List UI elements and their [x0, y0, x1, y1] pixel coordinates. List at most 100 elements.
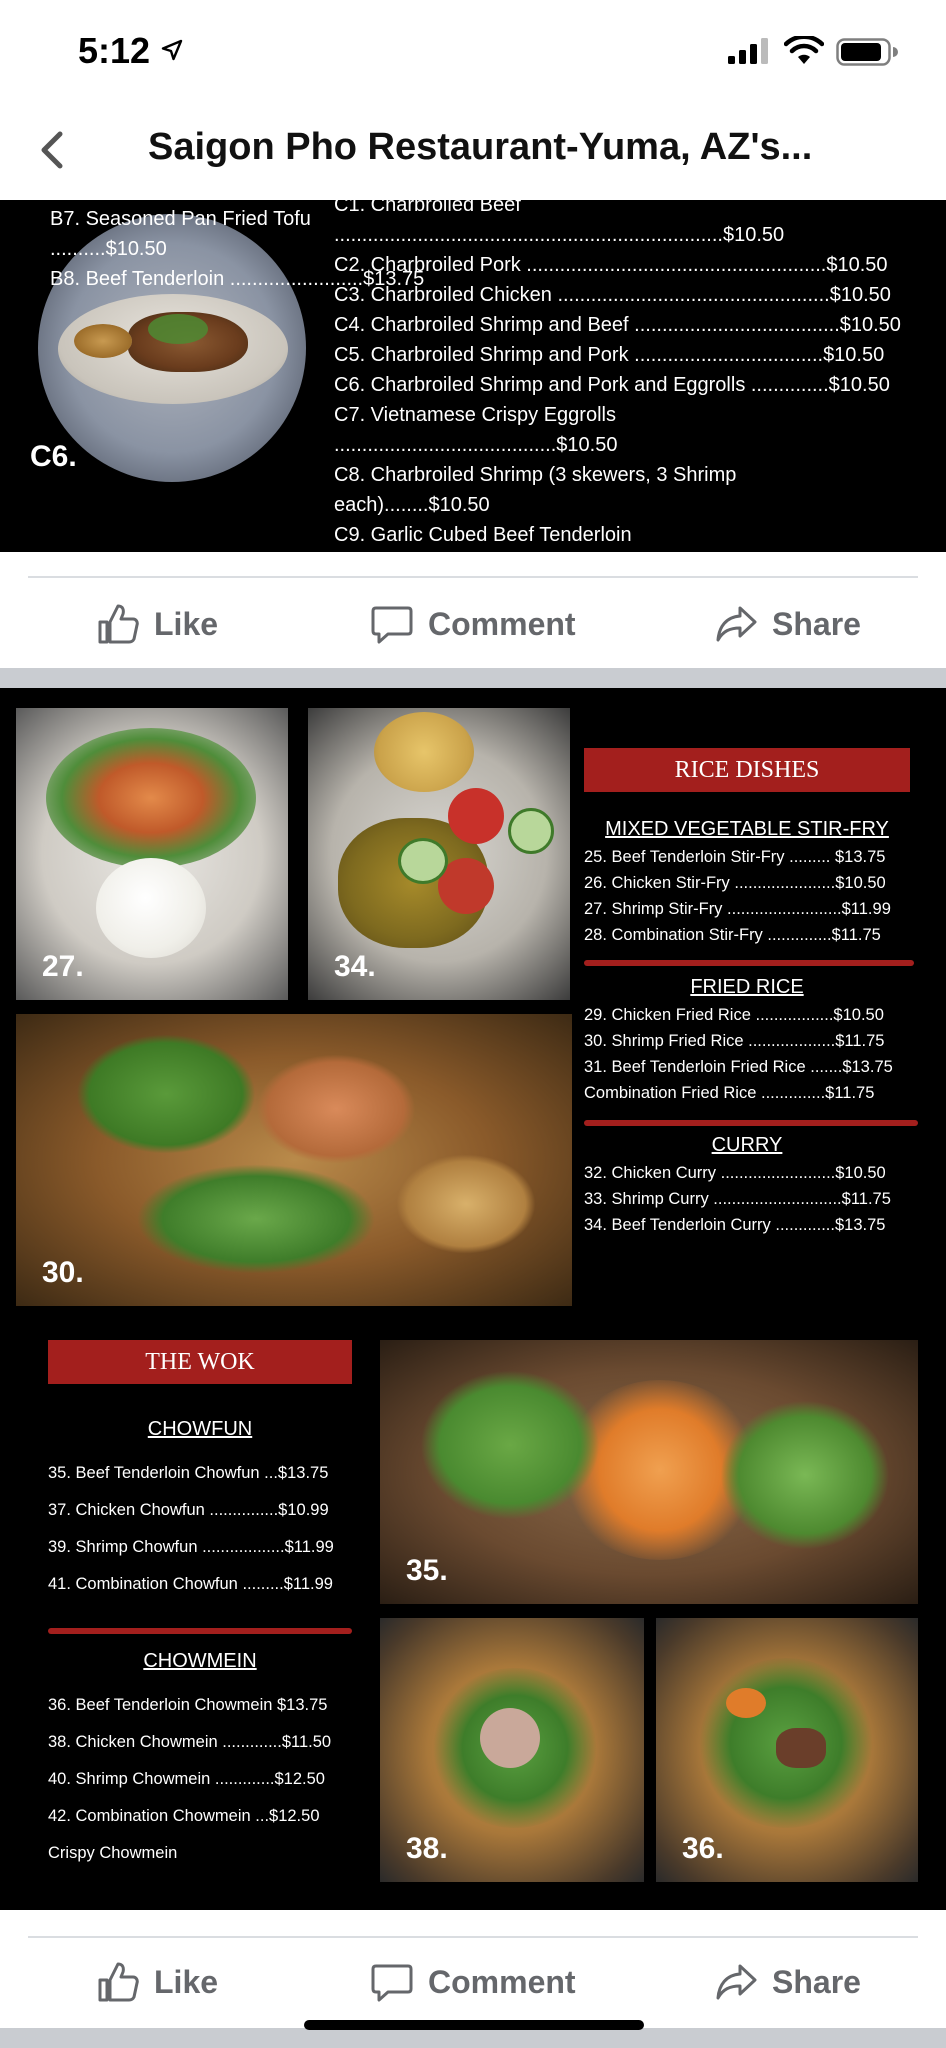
- photo-number: 38.: [406, 1832, 448, 1865]
- menu-item: 35. Beef Tenderloin Chowfun ...$13.75: [48, 1464, 329, 1482]
- menu-item: 30. Shrimp Fried Rice ..................…: [584, 1032, 885, 1050]
- photo-number: 27.: [42, 950, 84, 983]
- menu-item: 38. Chicken Chowmein .............$11.50: [48, 1733, 332, 1751]
- dish-photo-30: 30.: [16, 1014, 572, 1306]
- dish-photo-38: 38.: [380, 1618, 644, 1882]
- share-button[interactable]: Share: [714, 596, 861, 652]
- menu-item: 42. Combination Chowmein ...$12.50: [48, 1807, 320, 1825]
- subsection-heading: FRIED RICE: [690, 976, 804, 998]
- comment-label: Comment: [428, 605, 576, 642]
- chicken: [480, 1708, 540, 1768]
- photo-number: 36.: [682, 1832, 724, 1865]
- back-chevron-icon[interactable]: [32, 128, 76, 172]
- menu-item: 28. Combination Stir-Fry ..............$…: [584, 926, 881, 944]
- location-arrow-icon: [161, 39, 183, 61]
- section-title-the-wok: THE WOK: [48, 1340, 352, 1384]
- dish-photo-27: 27.: [16, 708, 288, 1000]
- subsection-heading: CURRY: [711, 1134, 783, 1156]
- menu-item: C1. Charbroiled Beef: [334, 200, 521, 216]
- status-bar: 5:12: [0, 0, 946, 100]
- dish-photo-35: 35.: [380, 1340, 918, 1604]
- cilantro: [76, 1034, 256, 1154]
- battery-icon: [836, 38, 898, 66]
- menu-item: Crispy Chowmein: [48, 1844, 178, 1862]
- subsection-heading: CHOWMEIN: [143, 1650, 257, 1672]
- subsection-heading: CHOWFUN: [147, 1418, 253, 1440]
- beef: [776, 1728, 826, 1768]
- menu-item: 41. Combination Chowfun .........$11.99: [48, 1575, 333, 1593]
- cucumber: [398, 838, 448, 884]
- dish-photo-36: 36.: [656, 1618, 918, 1882]
- menu-item: C2. Charbroiled Pork ...................…: [334, 254, 888, 276]
- like-button[interactable]: Like: [96, 596, 218, 652]
- home-indicator[interactable]: [304, 2020, 644, 2030]
- menu-item: C9. Garlic Cubed Beef Tenderloin: [334, 524, 632, 546]
- page-title: Saigon Pho Restaurant-Yuma, AZ's...: [148, 126, 813, 168]
- menu-item: C6. Charbroiled Shrimp and Pork and Eggr…: [334, 374, 890, 396]
- menu-item: 34. Beef Tenderloin Curry .............$…: [584, 1216, 886, 1234]
- fried-rice: [396, 1154, 536, 1254]
- divider: [28, 576, 918, 578]
- share-arrow-icon: [716, 1964, 757, 2000]
- menu-item: 39. Shrimp Chowfun ..................$11…: [48, 1538, 334, 1556]
- status-time: 5:12: [78, 30, 151, 71]
- section-title-rice-dishes: RICE DISHES: [584, 748, 910, 792]
- menu-item: 26. Chicken Stir-Fry ...................…: [584, 874, 886, 892]
- post-separator: [0, 668, 946, 688]
- cilantro: [136, 1164, 376, 1274]
- wifi-icon: [784, 36, 824, 64]
- menu-item: 33. Shrimp Curry .......................…: [584, 1190, 891, 1208]
- menu-item: C5. Charbroiled Shrimp and Pork ........…: [334, 344, 885, 366]
- divider-brush-stroke: [584, 1120, 918, 1126]
- photo-number: 34.: [334, 950, 376, 983]
- dipping-sauce: [74, 324, 132, 358]
- greens: [720, 1400, 890, 1550]
- menu-item: ........................................…: [334, 434, 618, 456]
- like-thumb-icon: [98, 1962, 139, 2002]
- photo-number: 30.: [42, 1256, 84, 1289]
- menu-item: each)........$10.50: [334, 494, 490, 516]
- menu-item: Combination Fried Rice ..............$11…: [584, 1084, 875, 1102]
- nav-bar: Saigon Pho Restaurant-Yuma, AZ's...: [0, 100, 946, 200]
- menu-item: C4. Charbroiled Shrimp and Beef ........…: [334, 314, 901, 336]
- cilantro: [420, 1370, 600, 1520]
- menu-item: ..........$10.50: [50, 238, 167, 260]
- menu-item: C7. Vietnamese Crispy Eggrolls: [334, 404, 616, 426]
- share-arrow-icon: [716, 606, 757, 642]
- menu-item: 27. Shrimp Stir-Fry ....................…: [584, 900, 891, 918]
- menu-item: C3. Charbroiled Chicken ................…: [334, 284, 891, 306]
- like-thumb-icon: [98, 604, 139, 644]
- comment-button[interactable]: Comment: [370, 596, 576, 652]
- comment-bubble-icon: [371, 1964, 413, 2002]
- divider: [28, 1936, 918, 1938]
- menu-item: B7. Seasoned Pan Fried Tofu: [50, 208, 311, 230]
- comment-button[interactable]: Comment: [370, 1954, 576, 2010]
- post-photo-menu-rice-wok[interactable]: 27. 34. 30. RICE DISHES MIXED VEGETABLE …: [0, 688, 946, 1910]
- tomato: [448, 788, 504, 844]
- comment-bubble-icon: [371, 606, 413, 644]
- rice-mound: [96, 858, 206, 958]
- menu-item: ........................................…: [334, 224, 785, 246]
- menu-item: 31. Beef Tenderloin Fried Rice .......$1…: [584, 1058, 893, 1076]
- photo-number: 35.: [406, 1554, 448, 1587]
- menu-item: C8. Charbroiled Shrimp (3 skewers, 3 Shr…: [334, 464, 737, 486]
- cucumber: [508, 808, 554, 854]
- shrimp: [256, 1054, 416, 1164]
- menu-item: 40. Shrimp Chowmein .............$12.50: [48, 1770, 325, 1788]
- cellular-signal-icon: [728, 38, 768, 64]
- like-label: Like: [154, 1963, 219, 2000]
- share-label: Share: [772, 1963, 861, 2000]
- shrimp-stir-fry: [46, 728, 256, 868]
- photo-number: C6.: [30, 440, 77, 473]
- like-button[interactable]: Like: [96, 1954, 218, 2010]
- post-photo-menu-charbroiled[interactable]: C6. B7. Seasoned Pan Fried Tofu ........…: [0, 200, 946, 552]
- share-button[interactable]: Share: [714, 1954, 861, 2010]
- menu-item: 36. Beef Tenderloin Chowmein $13.75: [48, 1696, 328, 1714]
- divider-brush-stroke: [48, 1628, 352, 1634]
- like-label: Like: [154, 605, 219, 642]
- menu-item: 25. Beef Tenderloin Stir-Fry ......... $…: [584, 848, 886, 866]
- post-actions: Like Comment Share: [0, 552, 946, 668]
- menu-item: 37. Chicken Chowfun ...............$10.9…: [48, 1501, 329, 1519]
- menu-item: 29. Chicken Fried Rice .................…: [584, 1006, 884, 1024]
- menu-item: 32. Chicken Curry ......................…: [584, 1164, 886, 1182]
